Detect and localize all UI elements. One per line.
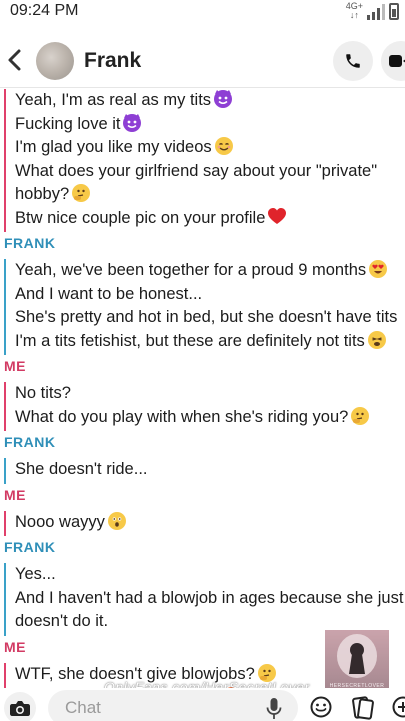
watermark-logo: HERSECRETLOVER bbox=[325, 630, 389, 692]
message-text: doesn't do it. bbox=[15, 612, 109, 630]
message-text: Btw nice couple pic on your profile bbox=[15, 208, 266, 227]
contact-name[interactable]: Frank bbox=[84, 49, 141, 73]
microphone-icon bbox=[266, 698, 282, 719]
message-line[interactable]: I'm a tits fetishist, but these are defi… bbox=[15, 330, 405, 354]
message-line[interactable]: I'm glad you like my videos bbox=[15, 136, 405, 160]
message-line[interactable]: No tits? bbox=[15, 382, 405, 406]
message-text: Yeah, I'm as real as my tits bbox=[15, 91, 212, 109]
sender-label-frank: FRANK bbox=[4, 235, 56, 251]
message-line[interactable]: And I want to be honest... bbox=[15, 283, 405, 307]
red-heart-icon bbox=[268, 207, 288, 226]
smiling-devil-icon bbox=[214, 90, 233, 108]
message-text: She's pretty and hot in bed, but she doe… bbox=[15, 308, 398, 326]
video-camera-icon bbox=[389, 55, 405, 67]
call-button[interactable] bbox=[333, 41, 373, 81]
message-input-bar bbox=[0, 688, 405, 721]
message-line[interactable]: She doesn't ride... bbox=[15, 458, 405, 482]
message-line[interactable]: What do you play with when she's riding … bbox=[15, 406, 405, 430]
message-text: Nooo wayyy bbox=[15, 512, 105, 531]
status-bar: 09:24 PM 4G+ ↓↑ bbox=[0, 0, 405, 26]
message-text: Yeah, we've been together for a proud 9 … bbox=[15, 261, 367, 279]
message-line[interactable]: Yes... bbox=[15, 563, 405, 587]
message-text: And I want to be honest... bbox=[15, 284, 203, 303]
video-call-button[interactable] bbox=[381, 41, 405, 81]
sticker-button[interactable] bbox=[352, 696, 374, 720]
sticker-icon bbox=[352, 696, 374, 720]
phone-icon bbox=[346, 54, 360, 68]
message-text: Fucking love it bbox=[15, 114, 121, 133]
camera-icon bbox=[10, 700, 30, 716]
avatar[interactable] bbox=[36, 42, 74, 80]
message-group: She doesn't ride... bbox=[4, 458, 405, 484]
message-line[interactable]: hobby? bbox=[15, 183, 405, 207]
plus-icon bbox=[392, 696, 405, 718]
sender-label-me: ME bbox=[4, 358, 26, 374]
chat-transcript[interactable]: Yeah, I'm as real as my tits Fucking love… bbox=[0, 88, 405, 688]
chat-input[interactable] bbox=[48, 690, 298, 721]
camera-button[interactable] bbox=[4, 692, 36, 721]
signal-icon bbox=[367, 4, 385, 20]
astonished-face-icon bbox=[107, 511, 126, 530]
sender-label-frank: FRANK bbox=[4, 539, 56, 555]
status-icons: 4G+ ↓↑ bbox=[346, 2, 399, 20]
message-line[interactable]: Yeah, we've been together for a proud 9 … bbox=[15, 259, 405, 283]
data-arrows-icon: ↓↑ bbox=[349, 10, 359, 20]
keyhole-logo-icon bbox=[337, 634, 377, 678]
message-text: No tits? bbox=[15, 384, 71, 402]
thinking-face-icon bbox=[72, 184, 91, 202]
back-button[interactable] bbox=[4, 46, 28, 76]
status-time: 09:24 PM bbox=[10, 2, 79, 19]
message-text: And I haven't had a blowjob in ages beca… bbox=[15, 588, 404, 607]
smiling-face-icon bbox=[214, 137, 233, 155]
tired-face-icon bbox=[367, 330, 386, 349]
chat-header: Frank bbox=[0, 34, 405, 88]
message-text: I'm glad you like my videos bbox=[15, 138, 212, 156]
message-group: Nooo wayyy bbox=[4, 510, 405, 536]
smiling-devil-icon bbox=[123, 113, 142, 132]
heart-eyes-icon bbox=[369, 260, 388, 278]
network-indicator: 4G+ ↓↑ bbox=[346, 2, 363, 20]
message-group: Yeah, I'm as real as my tits Fucking love… bbox=[4, 89, 405, 232]
chevron-left-icon bbox=[8, 49, 21, 71]
message-line[interactable]: And I haven't had a blowjob in ages beca… bbox=[15, 587, 405, 611]
message-text: hobby? bbox=[15, 185, 70, 203]
sender-label-frank: FRANK bbox=[4, 434, 56, 450]
message-line[interactable]: Fucking love it bbox=[15, 113, 405, 137]
emoji-button[interactable] bbox=[310, 696, 332, 718]
microphone-button[interactable] bbox=[266, 698, 282, 720]
sender-label-me: ME bbox=[4, 638, 26, 655]
message-line[interactable]: Btw nice couple pic on your profile bbox=[15, 207, 405, 231]
message-text: What do you play with when she's riding … bbox=[15, 407, 349, 426]
sender-label-me: ME bbox=[4, 486, 26, 503]
message-line[interactable]: Yeah, I'm as real as my tits bbox=[15, 89, 405, 113]
message-group: Yeah, we've been together for a proud 9 … bbox=[4, 259, 405, 355]
message-text: Yes... bbox=[15, 565, 56, 583]
message-text: What does your girlfriend say about your… bbox=[15, 161, 378, 180]
message-group: Yes... And I haven't had a blowjob in age… bbox=[4, 563, 405, 636]
thinking-face-icon bbox=[351, 406, 370, 425]
battery-icon bbox=[389, 3, 399, 20]
message-line[interactable]: Nooo wayyy bbox=[15, 511, 405, 535]
message-group: No tits? What do you play with when she's… bbox=[4, 382, 405, 431]
message-line[interactable]: She's pretty and hot in bed, but she doe… bbox=[15, 306, 405, 330]
smiley-icon bbox=[310, 696, 332, 718]
message-text: She doesn't ride... bbox=[15, 460, 148, 478]
message-line[interactable]: What does your girlfriend say about your… bbox=[15, 160, 405, 184]
message-text: I'm a tits fetishist, but these are defi… bbox=[15, 331, 365, 350]
plus-button[interactable] bbox=[392, 696, 405, 718]
